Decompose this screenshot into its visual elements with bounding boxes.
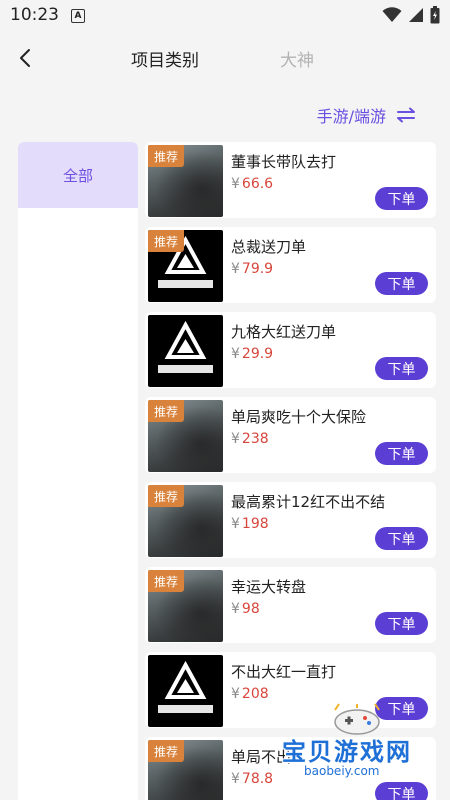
recommend-badge: 推荐: [148, 740, 185, 762]
price-amount: 79.9: [241, 261, 274, 277]
item-thumbnail: [148, 655, 223, 727]
price-amount: 238: [241, 431, 269, 447]
watermark-logo: 宝贝游戏网 baobeiy.com: [282, 702, 432, 792]
item-title: 总裁送刀单: [231, 238, 307, 256]
item-price: ¥238: [231, 431, 269, 447]
item-thumbnail: 推荐: [148, 570, 223, 642]
item-price: ¥198: [231, 516, 269, 532]
list-item[interactable]: 推荐 单局爽吃十个大保险 ¥238 下单: [145, 397, 436, 473]
list-item[interactable]: 推荐 幸运大转盘 ¥98 下单: [145, 567, 436, 643]
currency-symbol: ¥: [231, 601, 240, 617]
item-thumbnail: 推荐: [148, 485, 223, 557]
price-amount: 98: [241, 601, 260, 617]
tab-masters[interactable]: 大神: [280, 46, 314, 71]
list-item[interactable]: 推荐 总裁送刀单 ¥79.9 下单: [145, 227, 436, 303]
recommend-badge: 推荐: [148, 145, 185, 167]
item-title: 九格大红送刀单: [231, 323, 337, 341]
watermark-url: baobeiy.com: [300, 764, 384, 778]
item-price: ¥79.9: [231, 261, 273, 277]
item-title: 幸运大转盘: [231, 578, 307, 596]
category-sidebar: 全部: [18, 142, 138, 800]
item-thumbnail: 推荐: [148, 230, 223, 302]
back-arrow-icon[interactable]: [14, 46, 38, 70]
list-item[interactable]: 九格大红送刀单 ¥29.9 下单: [145, 312, 436, 388]
recommend-badge: 推荐: [148, 485, 185, 507]
battery-icon: [430, 6, 440, 24]
item-title: 不出大红一直打: [231, 663, 337, 681]
watermark-text: 宝贝游戏网: [282, 738, 412, 766]
item-thumbnail: 推荐: [148, 400, 223, 472]
item-title: 董事长带队去打: [231, 153, 337, 171]
currency-symbol: ¥: [231, 771, 240, 787]
item-price: ¥98: [231, 601, 260, 617]
price-amount: 198: [241, 516, 269, 532]
status-time: 10:23: [10, 5, 59, 25]
list-item[interactable]: 推荐 最高累计12红不出不结 ¥198 下单: [145, 482, 436, 558]
order-button[interactable]: 下单: [375, 272, 428, 295]
signal-icon: [409, 8, 423, 22]
price-amount: 208: [241, 686, 269, 702]
order-button[interactable]: 下单: [375, 187, 428, 210]
recommend-badge: 推荐: [148, 400, 185, 422]
order-button[interactable]: 下单: [375, 357, 428, 380]
item-title: 最高累计12红不出不结: [231, 493, 386, 511]
currency-symbol: ¥: [231, 261, 240, 277]
notification-icon: A: [71, 8, 85, 23]
list-item[interactable]: 推荐 董事长带队去打 ¥66.6 下单: [145, 142, 436, 218]
price-amount: 78.8: [241, 771, 274, 787]
category-item-all[interactable]: 全部: [18, 142, 138, 208]
top-navigation: 项目类别 大神: [0, 36, 450, 80]
item-thumbnail: 推荐: [148, 145, 223, 217]
swap-icon: [397, 107, 415, 123]
game-logo-icon: [158, 320, 213, 373]
order-button[interactable]: 下单: [375, 527, 428, 550]
item-title: 单局爽吃十个大保险: [231, 408, 367, 426]
category-label: 全部: [62, 166, 93, 185]
status-bar: 10:23 A: [0, 0, 450, 30]
currency-symbol: ¥: [231, 176, 240, 192]
item-price: ¥66.6: [231, 176, 273, 192]
game-type-label: 手游/端游: [316, 107, 386, 126]
wifi-icon: [382, 7, 402, 22]
item-price: ¥208: [231, 686, 269, 702]
game-logo-icon: [158, 660, 213, 713]
price-amount: 29.9: [241, 346, 274, 362]
currency-symbol: ¥: [231, 516, 240, 532]
item-price: ¥78.8: [231, 771, 273, 787]
order-button[interactable]: 下单: [375, 612, 428, 635]
currency-symbol: ¥: [231, 431, 240, 447]
currency-symbol: ¥: [231, 686, 240, 702]
item-price: ¥29.9: [231, 346, 273, 362]
item-thumbnail: [148, 315, 223, 387]
tab-project-category[interactable]: 项目类别: [131, 46, 199, 71]
price-amount: 66.6: [241, 176, 274, 192]
recommend-badge: 推荐: [148, 570, 185, 592]
game-type-toggle[interactable]: 手游/端游: [317, 103, 416, 127]
item-thumbnail: 推荐: [148, 740, 223, 800]
recommend-badge: 推荐: [148, 230, 185, 252]
currency-symbol: ¥: [231, 346, 240, 362]
order-button[interactable]: 下单: [375, 442, 428, 465]
